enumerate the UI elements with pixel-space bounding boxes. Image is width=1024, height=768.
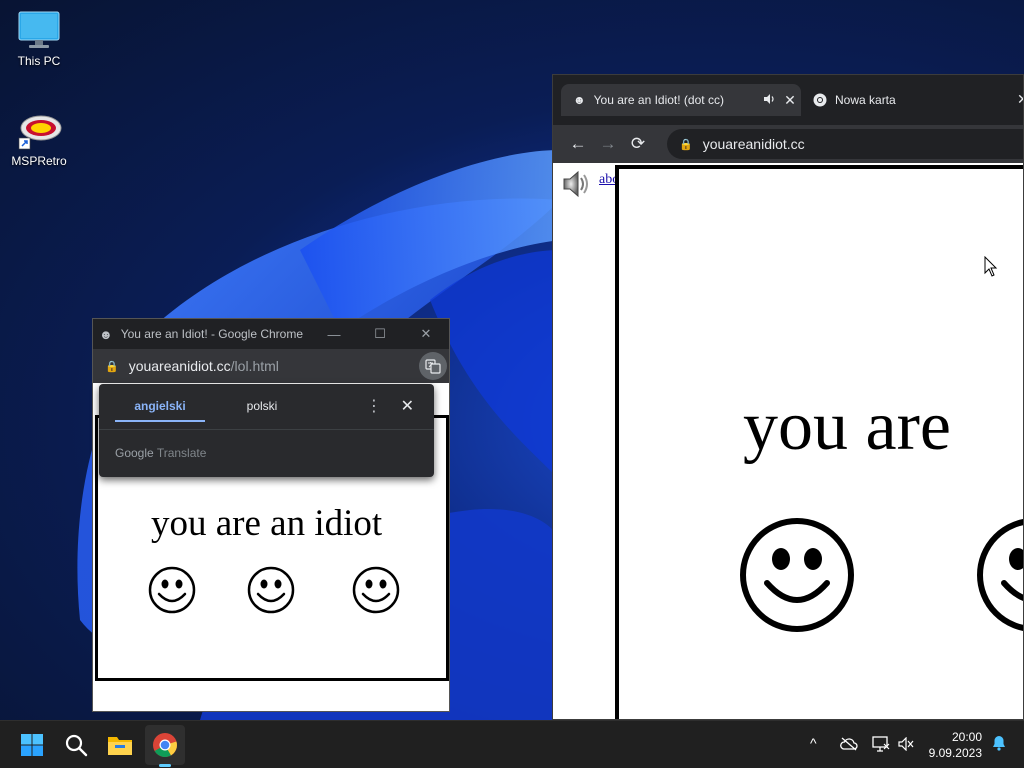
file-explorer-button[interactable]	[104, 729, 136, 761]
page-heading: you are an idiot	[151, 503, 383, 544]
translate-icon[interactable]	[419, 352, 447, 380]
smiley-icon: ☻	[99, 326, 113, 342]
smiley-icon	[247, 566, 295, 614]
tab-title: You are an Idiot! (dot cc)	[593, 93, 724, 107]
more-options-icon[interactable]: ⋮	[366, 396, 382, 416]
chrome-icon	[813, 93, 827, 107]
maximize-button[interactable]: ☐	[357, 326, 403, 342]
brand-translate: Translate	[156, 446, 207, 460]
clock-date: 9.09.2023	[928, 746, 982, 760]
smiley-icon: ☻	[573, 93, 586, 107]
desktop-icon-label: This PC	[17, 54, 61, 68]
popup-address-bar[interactable]: 🔒 youareanidiot.cc/lol.html	[93, 349, 449, 383]
main-browser-window[interactable]: ☻ You are an Idiot! (dot cc) ✕ Nowa kart…	[552, 74, 1024, 720]
chrome-taskbar-button[interactable]	[149, 729, 181, 761]
browser-toolbar: ← → ⟳ 🔒 youareanidiot.cc	[553, 125, 1023, 163]
reload-button[interactable]: ⟳	[623, 134, 653, 154]
chrome-icon	[153, 733, 177, 758]
tab-close-button[interactable]: ✕	[779, 92, 801, 109]
tab-source-language[interactable]: angielski	[115, 399, 205, 413]
minimize-button[interactable]: —	[311, 327, 357, 342]
page-heading: you are	[743, 388, 951, 465]
file-explorer-icon	[108, 737, 132, 755]
translate-language-tabs: angielski polski ⋮ ✕	[99, 384, 434, 430]
close-button[interactable]: ✕	[403, 326, 449, 342]
tab-target-language[interactable]: polski	[225, 399, 299, 413]
smiley-icon	[977, 519, 1023, 631]
url-text: youareanidiot.cc	[702, 136, 805, 152]
smiley-icon	[148, 566, 196, 614]
translate-popup: angielski polski ⋮ ✕ Google Translate	[99, 384, 434, 477]
system-clock[interactable]: 20:00 9.09.2023	[929, 729, 982, 761]
smiley-icon	[740, 518, 854, 632]
network-icon[interactable]	[872, 736, 890, 752]
lock-icon: 🔒	[679, 138, 693, 151]
tab-you-are-an-idiot[interactable]: ☻ You are an Idiot! (dot cc) ✕	[561, 84, 801, 116]
volume-muted-icon[interactable]	[898, 737, 914, 751]
monitor-icon	[18, 11, 60, 48]
content-frame: you are	[615, 165, 1023, 719]
msp-shortcut-icon	[18, 115, 62, 150]
tray-overflow-chevron-icon[interactable]: ^	[810, 735, 817, 751]
search-button[interactable]	[60, 729, 92, 761]
desktop-icon-this-pc[interactable]: This PC	[4, 10, 74, 68]
start-button[interactable]	[16, 729, 48, 761]
translate-branding: Google Translate	[115, 446, 206, 460]
translate-close-button[interactable]: ✕	[401, 396, 414, 416]
tab-title: Nowa karta	[835, 93, 896, 107]
desktop-icon-mspretro[interactable]: MSPRetro	[4, 112, 74, 168]
back-button[interactable]: ←	[563, 134, 593, 154]
url-host: youareanidiot.cc	[128, 358, 231, 374]
forward-button[interactable]: →	[593, 134, 623, 154]
popup-title: You are an Idiot! - Google Chrome	[120, 327, 304, 341]
tab-strip: ☻ You are an Idiot! (dot cc) ✕ Nowa kart…	[553, 75, 1023, 125]
desktop-icon-label: MSPRetro	[11, 154, 67, 168]
brand-google: Google	[115, 446, 154, 460]
tab-close-button[interactable]: ✕	[1017, 91, 1023, 108]
popup-browser-window[interactable]: ☻ You are an Idiot! - Google Chrome — ☐ …	[92, 318, 450, 712]
url-path: /lol.html	[230, 358, 279, 374]
speaker-icon[interactable]	[561, 169, 593, 199]
mouse-cursor-icon	[984, 256, 998, 277]
search-icon	[65, 734, 88, 757]
clock-time: 20:00	[951, 730, 982, 744]
speaker-icon[interactable]	[759, 93, 779, 108]
smiley-icon	[352, 566, 400, 614]
notification-bell-icon[interactable]	[992, 735, 1006, 751]
active-app-indicator	[159, 764, 171, 767]
popup-title-bar[interactable]: ☻ You are an Idiot! - Google Chrome — ☐ …	[93, 319, 449, 349]
start-icon	[21, 734, 43, 756]
cloud-offline-icon[interactable]	[840, 737, 858, 751]
taskbar: ^ 20:00 9.09.2023	[0, 720, 1024, 768]
lock-icon: 🔒	[105, 360, 119, 373]
page-viewport: about legacy safe you are	[553, 163, 1023, 719]
active-tab-indicator	[115, 420, 205, 422]
address-bar[interactable]: 🔒 youareanidiot.cc	[667, 129, 1023, 159]
tab-new-tab[interactable]: Nowa karta	[805, 84, 1015, 116]
